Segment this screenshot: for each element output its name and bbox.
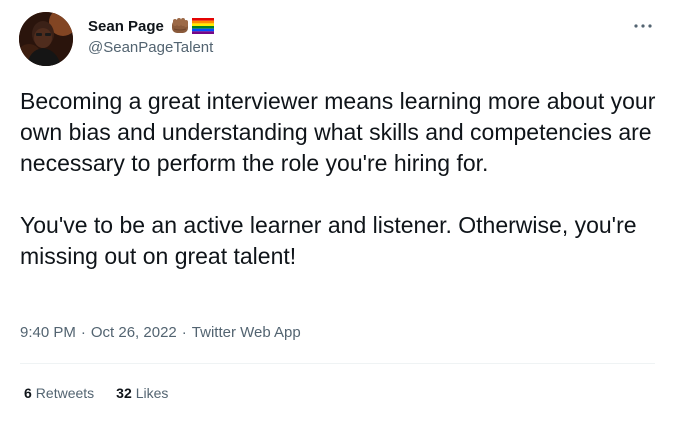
tweet-meta: 9:40 PM · Oct 26, 2022 · Twitter Web App [20,324,301,341]
tweet-paragraph: Becoming a great interviewer means learn… [20,88,656,176]
tweet-time[interactable]: 9:40 PM [20,324,76,341]
author-display-name[interactable]: Sean Page [88,18,164,35]
author-handle[interactable]: @SeanPageTalent [88,39,213,56]
tweet-paragraph: You've to be an active learner and liste… [20,212,637,269]
avatar[interactable] [19,12,73,66]
more-icon[interactable] [631,14,655,38]
retweets-stat[interactable]: 6 Retweets [24,385,94,401]
likes-label: Likes [135,385,169,401]
meta-separator: · [181,324,187,341]
likes-count: 32 [116,385,132,401]
likes-stat[interactable]: 32 Likes [116,385,168,401]
rainbow-flag-emoji-icon [191,18,214,34]
retweets-count: 6 [24,385,32,401]
tweet-stats: 6 Retweets 32 Likes [24,385,168,401]
meta-separator: · [80,324,86,341]
tweet-card: Sean Page @SeanPageTalent Becoming a gre… [0,0,675,421]
retweets-label: Retweets [35,385,95,401]
avatar-photo [19,12,73,66]
divider [20,363,655,364]
tweet-text: Becoming a great interviewer means learn… [20,86,660,272]
raised-fist-emoji-icon [170,17,190,35]
author-name-row[interactable]: Sean Page [88,16,214,36]
tweet-date[interactable]: Oct 26, 2022 [91,324,177,341]
tweet-source[interactable]: Twitter Web App [192,324,301,341]
